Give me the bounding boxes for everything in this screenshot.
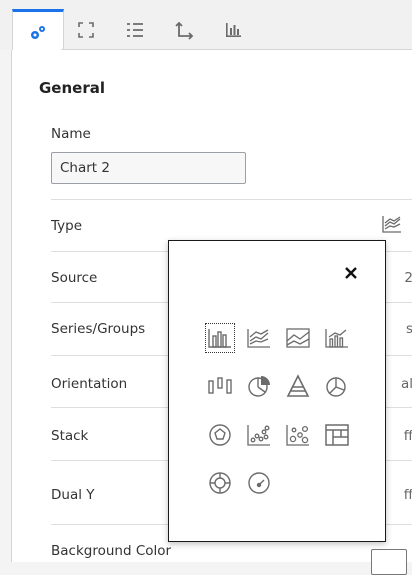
chart-type-pyramid[interactable] (284, 372, 312, 400)
chart-type-bubble[interactable] (284, 421, 312, 449)
chart-type-line[interactable] (245, 324, 273, 352)
treemap-chart-icon (325, 424, 349, 446)
bar-chart-icon (208, 329, 231, 348)
gears-icon (31, 25, 45, 39)
chart-type-popup (168, 240, 386, 542)
chart-type-combo[interactable] (323, 324, 351, 352)
tab-bar (0, 0, 412, 53)
chart-type-scatter[interactable] (245, 421, 273, 449)
chart-type-treemap[interactable] (323, 421, 351, 449)
chart-type-polar[interactable] (206, 421, 234, 449)
tab-plot[interactable] (208, 10, 258, 50)
polar-chart-icon (209, 424, 231, 446)
type-label: Type (51, 218, 83, 234)
line-chart-icon (247, 329, 270, 348)
pyramid-chart-icon (286, 374, 310, 397)
name-label: Name (51, 126, 91, 142)
scatter-chart-icon (247, 425, 270, 446)
name-field[interactable]: Chart 2 (51, 152, 246, 184)
chart-type-pie[interactable] (245, 372, 273, 400)
orientation-value: al (400, 376, 412, 392)
pie-chart-icon (248, 376, 270, 397)
range-chart-icon (208, 377, 232, 394)
tab-axis[interactable] (159, 10, 209, 50)
source-value: 2 (404, 270, 412, 286)
list-icon (127, 23, 143, 37)
tab-layout[interactable] (61, 10, 111, 50)
combo-chart-icon (325, 329, 348, 348)
bar-chart-icon (226, 23, 241, 37)
chart-type-area[interactable] (284, 324, 312, 352)
gauge-chart-icon (248, 472, 270, 494)
chart-type-gauge[interactable] (245, 469, 273, 497)
background-color-swatch[interactable] (371, 549, 407, 575)
tab-series[interactable] (110, 10, 160, 50)
background-color-label: Background Color (51, 543, 172, 559)
line-chart-icon[interactable] (381, 214, 403, 234)
stack-value: ff (403, 428, 412, 444)
chart-type-bar[interactable] (205, 323, 235, 353)
series-groups-value: s (405, 321, 412, 337)
bubble-chart-icon (286, 425, 309, 446)
dual-y-label: Dual Y (51, 487, 95, 503)
section-title: General (39, 79, 105, 97)
dual-y-value: ff (403, 487, 412, 503)
series-groups-label: Series/Groups (51, 321, 146, 337)
chart-type-range[interactable] (206, 372, 234, 400)
donut-pie-chart-icon (326, 377, 346, 397)
source-label: Source (51, 270, 98, 286)
chart-type-sunburst[interactable] (206, 469, 234, 497)
close-icon[interactable] (343, 265, 359, 281)
area-chart-icon (286, 328, 310, 348)
stack-label: Stack (51, 428, 89, 444)
sunburst-chart-icon (209, 472, 231, 494)
tab-general[interactable] (12, 9, 64, 53)
chart-type-donut-pie[interactable] (323, 372, 351, 400)
orientation-label: Orientation (51, 376, 128, 392)
axis-icon (175, 21, 194, 40)
fullscreen-icon (78, 22, 94, 38)
